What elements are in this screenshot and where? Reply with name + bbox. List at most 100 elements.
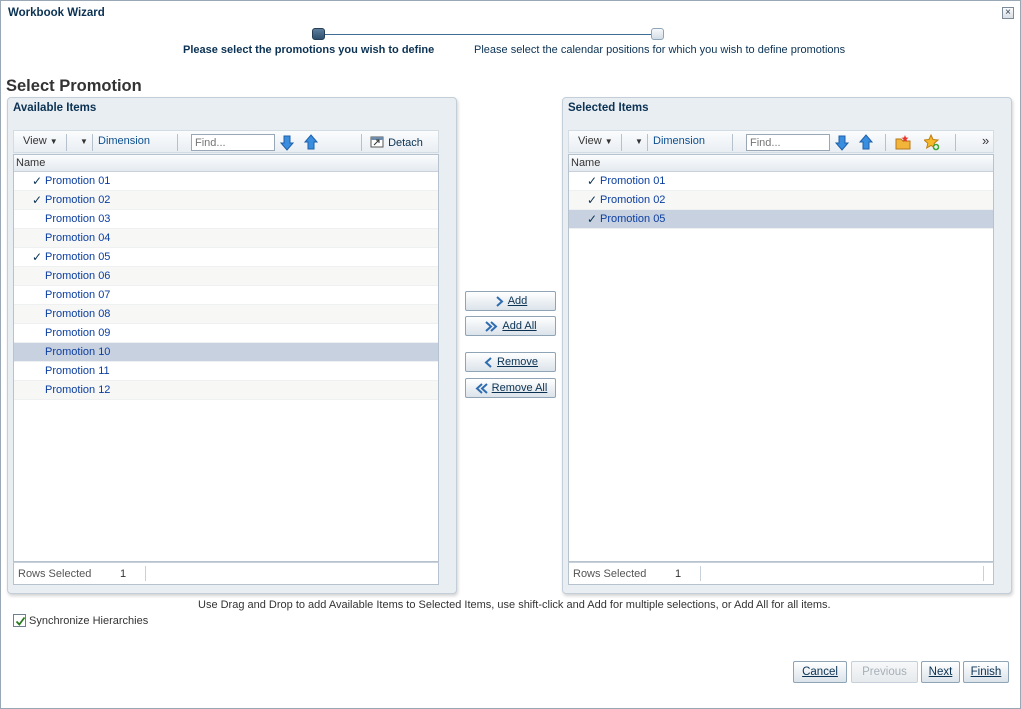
dimension-menu[interactable]: ▼ — [635, 135, 643, 147]
double-chevron-left-icon — [475, 382, 488, 394]
next-label: Next — [928, 666, 953, 678]
list-item[interactable]: Promotion 11 — [14, 362, 438, 381]
list-item-label: Promotion 05 — [45, 251, 111, 263]
checkmark-icon: ✓ — [587, 174, 598, 188]
toolbar-separator — [66, 134, 67, 151]
add-label: Add — [507, 295, 528, 307]
list-item-label: Promotion 05 — [600, 213, 666, 225]
available-items-title: Available Items — [13, 102, 97, 114]
train-step-1-marker[interactable] — [312, 28, 325, 40]
list-item-label: Promotion 02 — [600, 194, 666, 206]
dialog-title: Workbook Wizard — [8, 7, 105, 19]
checkmark-icon: ✓ — [32, 174, 43, 188]
toolbar-separator — [885, 134, 886, 151]
list-item[interactable]: ✓ Promotion 02 — [14, 191, 438, 210]
status-separator — [983, 566, 984, 581]
list-item-label: Promotion 03 — [45, 213, 111, 225]
column-header-name[interactable]: Name — [569, 155, 993, 172]
toolbar-separator — [647, 134, 648, 151]
selected-items-panel: Selected Items View ▼ ▼ Dimension » Name… — [562, 97, 1012, 594]
selected-toolbar: View ▼ ▼ Dimension » — [568, 130, 994, 153]
status-separator — [700, 566, 701, 581]
list-item-label: Promotion 12 — [45, 384, 111, 396]
list-item-label: Promotion 07 — [45, 289, 111, 301]
checkmark-icon: ✓ — [32, 250, 43, 264]
list-item[interactable]: Promotion 03 — [14, 210, 438, 229]
chevron-down-icon: ▼ — [604, 137, 613, 146]
column-header-name[interactable]: Name — [14, 155, 438, 172]
add-button[interactable]: Add — [465, 291, 556, 311]
list-item[interactable]: Promotion 04 — [14, 229, 438, 248]
finish-button[interactable]: Finish — [963, 661, 1009, 683]
available-items-table[interactable]: Name ✓ Promotion 01 ✓ Promotion 02 Promotion… — [13, 154, 439, 562]
detach-label: Detach — [388, 137, 423, 149]
list-item-label: Promotion 01 — [600, 175, 666, 187]
list-item[interactable]: ✓ Promotion 05 — [14, 248, 438, 267]
close-icon[interactable]: × — [1002, 7, 1014, 19]
remove-all-button[interactable]: Remove All — [465, 378, 556, 398]
rows-selected-label: Rows Selected — [573, 568, 647, 580]
list-item[interactable]: ✓ Promotion 01 — [14, 172, 438, 191]
chevron-right-icon — [496, 295, 504, 307]
folder-star-icon[interactable] — [895, 134, 911, 151]
list-item-label: Promotion 10 — [45, 346, 111, 358]
train-connector — [323, 34, 651, 35]
list-item[interactable]: Promotion 09 — [14, 324, 438, 343]
list-item-label: Promotion 11 — [45, 365, 110, 377]
selected-items-table[interactable]: Name ✓ Promotion 01 ✓ Promotion 02 ✓ Promotio… — [568, 154, 994, 562]
title-bar: Workbook Wizard × — [1, 1, 1020, 25]
list-item[interactable]: Promotion 12 — [14, 381, 438, 400]
remove-label: Remove — [497, 356, 538, 368]
selected-rows: ✓ Promotion 01 ✓ Promotion 02 ✓ Promotion 05 — [569, 172, 993, 229]
status-separator — [145, 566, 146, 581]
instruction-text: Use Drag and Drop to add Available Items… — [198, 599, 831, 611]
checkbox[interactable] — [13, 614, 26, 627]
find-previous-arrow-icon[interactable] — [858, 134, 874, 151]
dimension-link[interactable]: Dimension — [98, 135, 150, 147]
view-menu[interactable]: View ▼ — [23, 135, 58, 147]
list-item[interactable]: ✓ Promotion 02 — [569, 191, 993, 210]
dimension-menu[interactable]: ▼ — [80, 135, 88, 147]
toolbar-separator — [955, 134, 956, 151]
add-star-icon[interactable] — [924, 134, 940, 151]
find-input[interactable] — [191, 134, 275, 151]
checkmark-icon: ✓ — [587, 193, 598, 207]
synchronize-hierarchies-label: Synchronize Hierarchies — [29, 615, 149, 627]
add-all-button[interactable]: Add All — [465, 316, 556, 336]
find-previous-arrow-icon[interactable] — [303, 134, 319, 151]
train-step-1-label[interactable]: Please select the promotions you wish to… — [183, 44, 434, 56]
remove-button[interactable]: Remove — [465, 352, 556, 372]
find-input[interactable] — [746, 134, 830, 151]
selected-items-title: Selected Items — [568, 102, 649, 114]
chevron-down-icon: ▼ — [49, 137, 58, 146]
rows-selected-count: 1 — [675, 568, 682, 580]
toolbar-separator — [177, 134, 178, 151]
list-item-label: Promotion 02 — [45, 194, 111, 206]
train-step-2-label[interactable]: Please select the calendar positions for… — [474, 44, 845, 56]
find-next-arrow-icon[interactable] — [279, 134, 295, 151]
available-rows: ✓ Promotion 01 ✓ Promotion 02 Promotion 03 Pr… — [14, 172, 438, 400]
toolbar-separator — [92, 134, 93, 151]
list-item[interactable]: Promotion 10 — [14, 343, 438, 362]
workbook-wizard-dialog: Workbook Wizard × Please select the prom… — [0, 0, 1021, 709]
checkmark-icon: ✓ — [587, 212, 598, 226]
toolbar-overflow-icon[interactable]: » — [982, 133, 989, 148]
rows-selected-count: 1 — [120, 568, 127, 580]
previous-button[interactable]: Previous — [851, 661, 918, 683]
view-menu[interactable]: View ▼ — [578, 135, 613, 147]
view-menu-label: View — [23, 135, 47, 147]
remove-all-label: Remove All — [491, 382, 548, 394]
find-next-arrow-icon[interactable] — [834, 134, 850, 151]
detach-button[interactable]: Detach — [370, 135, 423, 149]
dimension-link[interactable]: Dimension — [653, 135, 705, 147]
next-button[interactable]: Next — [921, 661, 960, 683]
toolbar-separator — [361, 134, 362, 151]
list-item[interactable]: Promotion 08 — [14, 305, 438, 324]
list-item-label: Promotion 04 — [45, 232, 111, 244]
list-item[interactable]: ✓ Promotion 05 — [569, 210, 993, 229]
cancel-button[interactable]: Cancel — [793, 661, 847, 683]
list-item[interactable]: Promotion 07 — [14, 286, 438, 305]
list-item[interactable]: Promotion 06 — [14, 267, 438, 286]
train-step-2-marker[interactable] — [651, 28, 664, 40]
list-item[interactable]: ✓ Promotion 01 — [569, 172, 993, 191]
